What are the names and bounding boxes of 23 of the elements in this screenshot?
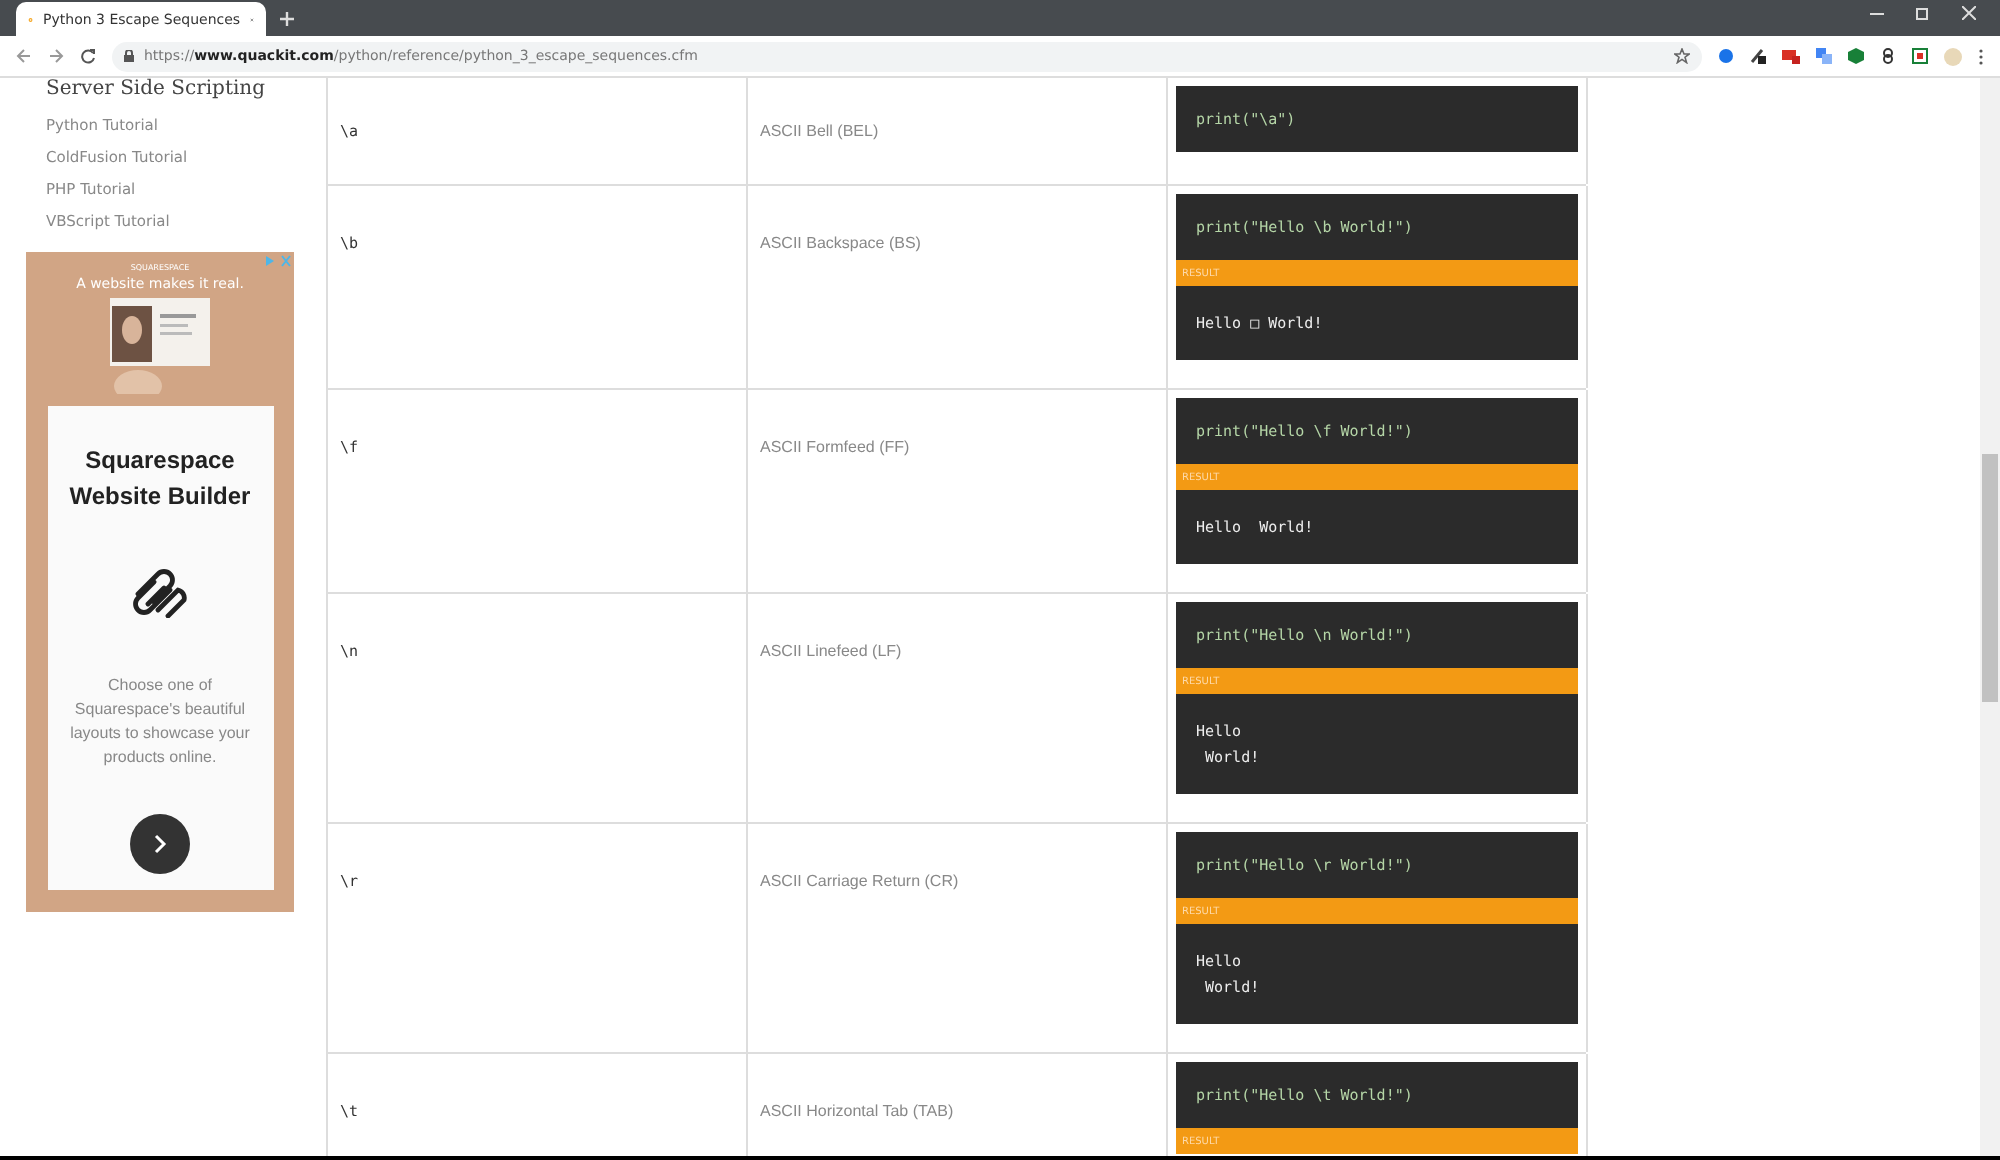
star-icon[interactable] <box>1674 48 1690 64</box>
lock-icon <box>124 50 134 62</box>
ad-title: Squarespace Website Builder <box>67 444 253 514</box>
sequence-description: ASCII Backspace (BS) <box>760 234 921 252</box>
restore-icon[interactable] <box>1916 5 1930 19</box>
close-icon[interactable] <box>1962 5 1976 19</box>
extension-icon[interactable] <box>1750 48 1766 64</box>
menu-icon[interactable] <box>1978 47 1984 65</box>
logo-icon <box>130 566 190 618</box>
sequence-description: ASCII Carriage Return (CR) <box>760 872 959 890</box>
ad-description: Choose one of Squarespace's beautiful layouts to showcase your products online. <box>68 674 252 770</box>
new-tab-icon[interactable] <box>278 10 296 28</box>
sidebar-heading: Server Side Scripting <box>44 78 268 102</box>
back-icon[interactable] <box>16 48 32 64</box>
reload-icon[interactable] <box>80 48 96 64</box>
sequence-description: ASCII Bell (BEL) <box>760 122 879 140</box>
sequence-description: ASCII Linefeed (LF) <box>760 642 902 660</box>
forward-icon[interactable] <box>48 48 64 64</box>
next-button[interactable] <box>130 814 190 874</box>
sequence-description: ASCII Horizontal Tab (TAB) <box>760 1102 954 1120</box>
chevron-right-icon <box>152 834 168 854</box>
sequence-description: ASCII Formfeed (FF) <box>760 438 910 456</box>
scrollbar-thumb[interactable] <box>1982 454 1998 702</box>
